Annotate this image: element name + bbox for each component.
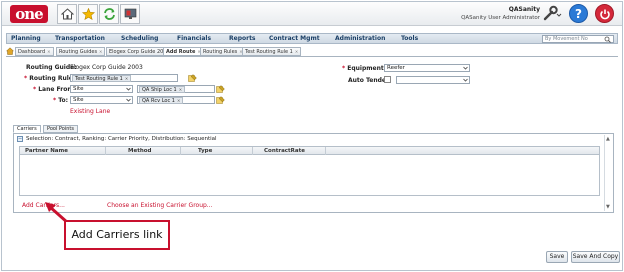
search-icon[interactable] [604,36,611,46]
collapse-icon[interactable]: − [17,136,23,142]
app-window: one QASanity QASanity User Administrator… [1,1,623,271]
routing-guide-value: Elogex Corp Guide 2003 [70,64,143,71]
lookup-picker-icon[interactable] [216,85,225,95]
lane-from-location-input[interactable]: QA Ship Loc 1 ✕ [137,85,215,93]
tab-pool-points[interactable]: Pool Points [43,125,78,133]
tools-wrench-icon[interactable] [542,5,562,23]
nav-scheduling[interactable]: Scheduling [121,35,158,42]
column-type[interactable]: Type [198,148,212,154]
one-logo: one [10,5,48,23]
tab-label: Routing Rules [203,49,238,55]
home-icon[interactable] [57,4,77,24]
chevron-down-icon [462,65,469,71]
routing-rule-label: * Routing Rule: [24,75,76,82]
routing-rule-input[interactable]: Test Routing Rule 1 ✕ [70,74,178,82]
user-role: QASanity User Administrator [461,15,540,21]
tab-label: Test Routing Rule 1 [245,49,293,55]
column-method[interactable]: Method [128,148,151,154]
add-carriers-callout: Add Carriers link [64,220,170,250]
column-divider [180,147,181,155]
save-button[interactable]: Save [546,251,568,263]
remove-chip-icon[interactable]: ✕ [179,87,182,92]
chevron-down-icon [462,77,469,83]
remove-chip-icon[interactable]: ✕ [177,98,180,103]
to-location-input[interactable]: QA Rcv Loc 1 ✕ [137,96,215,104]
tab-routing-rules[interactable]: Routing Rules ✕ [200,47,246,56]
nav-administration[interactable]: Administration [335,35,385,42]
scroll-up-icon[interactable]: ▲ [606,136,610,142]
to-type-value: Site [73,97,84,103]
tab-test-routing-rule[interactable]: Test Routing Rule 1 ✕ [242,47,302,56]
chevron-down-icon [125,86,132,92]
tab-label: Elogex Corp Guide 2003 [109,49,170,55]
column-divider [325,147,326,155]
equipment-label: * Equipment: [342,65,387,72]
nav-reports[interactable]: Reports [229,35,256,42]
lookup-picker-icon[interactable] [216,96,225,106]
main-nav: Planning Transportation Scheduling Finan… [6,33,618,44]
existing-lane-link[interactable]: Existing Lane [70,108,110,115]
carriers-grid: Partner Name Method Type ContractRate [19,146,600,196]
nav-transportation[interactable]: Transportation [55,35,105,42]
lookup-picker-icon[interactable] [188,74,197,84]
panel-scrollbar[interactable]: ▲ ▼ [604,135,612,211]
column-divider [252,147,253,155]
screen-icon[interactable] [120,4,140,24]
lane-from-type-select[interactable]: Site [70,85,133,93]
close-icon[interactable]: ✕ [295,49,298,54]
logout-power-icon[interactable] [595,4,614,23]
close-icon[interactable]: ✕ [99,49,102,54]
star-icon[interactable] [78,4,98,24]
header-tools: ? [535,4,614,23]
nav-tools[interactable]: Tools [401,35,418,42]
user-info: QASanity QASanity User Administrator [461,6,540,22]
tab-divider [6,56,618,57]
carriers-panel: − Selection: Contract, Ranking: Carrier … [13,133,614,213]
nav-financials[interactable]: Financials [177,35,211,42]
to-chip: QA Rcv Loc 1 ✕ [139,97,184,104]
nav-contract-mgmt[interactable]: Contract Mgmt [269,35,320,42]
quick-icons [57,4,141,24]
choose-carrier-group-link[interactable]: Choose an Existing Carrier Group... [107,202,213,209]
tab-label: Dashboard [18,49,46,55]
help-icon[interactable]: ? [569,4,588,23]
selection-summary: Selection: Contract, Ranking: Carrier Pr… [26,136,217,142]
page-tabs: Dashboard ✕ Routing Guides ✕ Elogex Corp G… [5,47,618,56]
column-partner-name[interactable]: Partner Name [25,148,68,154]
tab-routing-guides[interactable]: Routing Guides ✕ [56,47,106,56]
routing-rule-chip: Test Routing Rule 1 ✕ [72,75,132,82]
column-contract-rate[interactable]: ContractRate [264,148,305,154]
auto-tender-select[interactable] [396,76,470,84]
top-header: one QASanity QASanity User Administrator… [2,2,622,26]
column-divider [105,147,106,155]
close-icon[interactable]: ✕ [47,49,50,54]
remove-chip-icon[interactable]: ✕ [125,76,128,81]
tab-label: Routing Guides [59,49,98,55]
equipment-value: Reefer [387,65,405,71]
user-name: QASanity [508,6,540,13]
save-and-copy-button[interactable]: Save And Copy [571,251,620,263]
refresh-icon[interactable] [99,4,119,24]
tab-dashboard[interactable]: Dashboard ✕ [15,47,54,56]
tab-add-route[interactable]: Add Route✕ [163,47,204,56]
equipment-select[interactable]: Reefer [384,64,470,72]
tab-label: Add Route [166,49,196,55]
grid-header: Partner Name Method Type ContractRate [20,147,599,155]
tab-carriers[interactable]: Carriers [13,125,41,133]
search-placeholder: By Movement No [545,36,588,42]
nav-planning[interactable]: Planning [11,35,41,42]
to-type-select[interactable]: Site [70,96,133,104]
lane-from-chip: QA Ship Loc 1 ✕ [139,86,186,93]
search-input[interactable]: By Movement No [542,35,614,43]
scroll-down-icon[interactable]: ▼ [606,204,610,210]
lane-from-type-value: Site [73,86,84,92]
auto-tender-checkbox[interactable] [384,76,391,83]
to-label: * To: [53,97,69,104]
chevron-down-icon [125,97,132,103]
